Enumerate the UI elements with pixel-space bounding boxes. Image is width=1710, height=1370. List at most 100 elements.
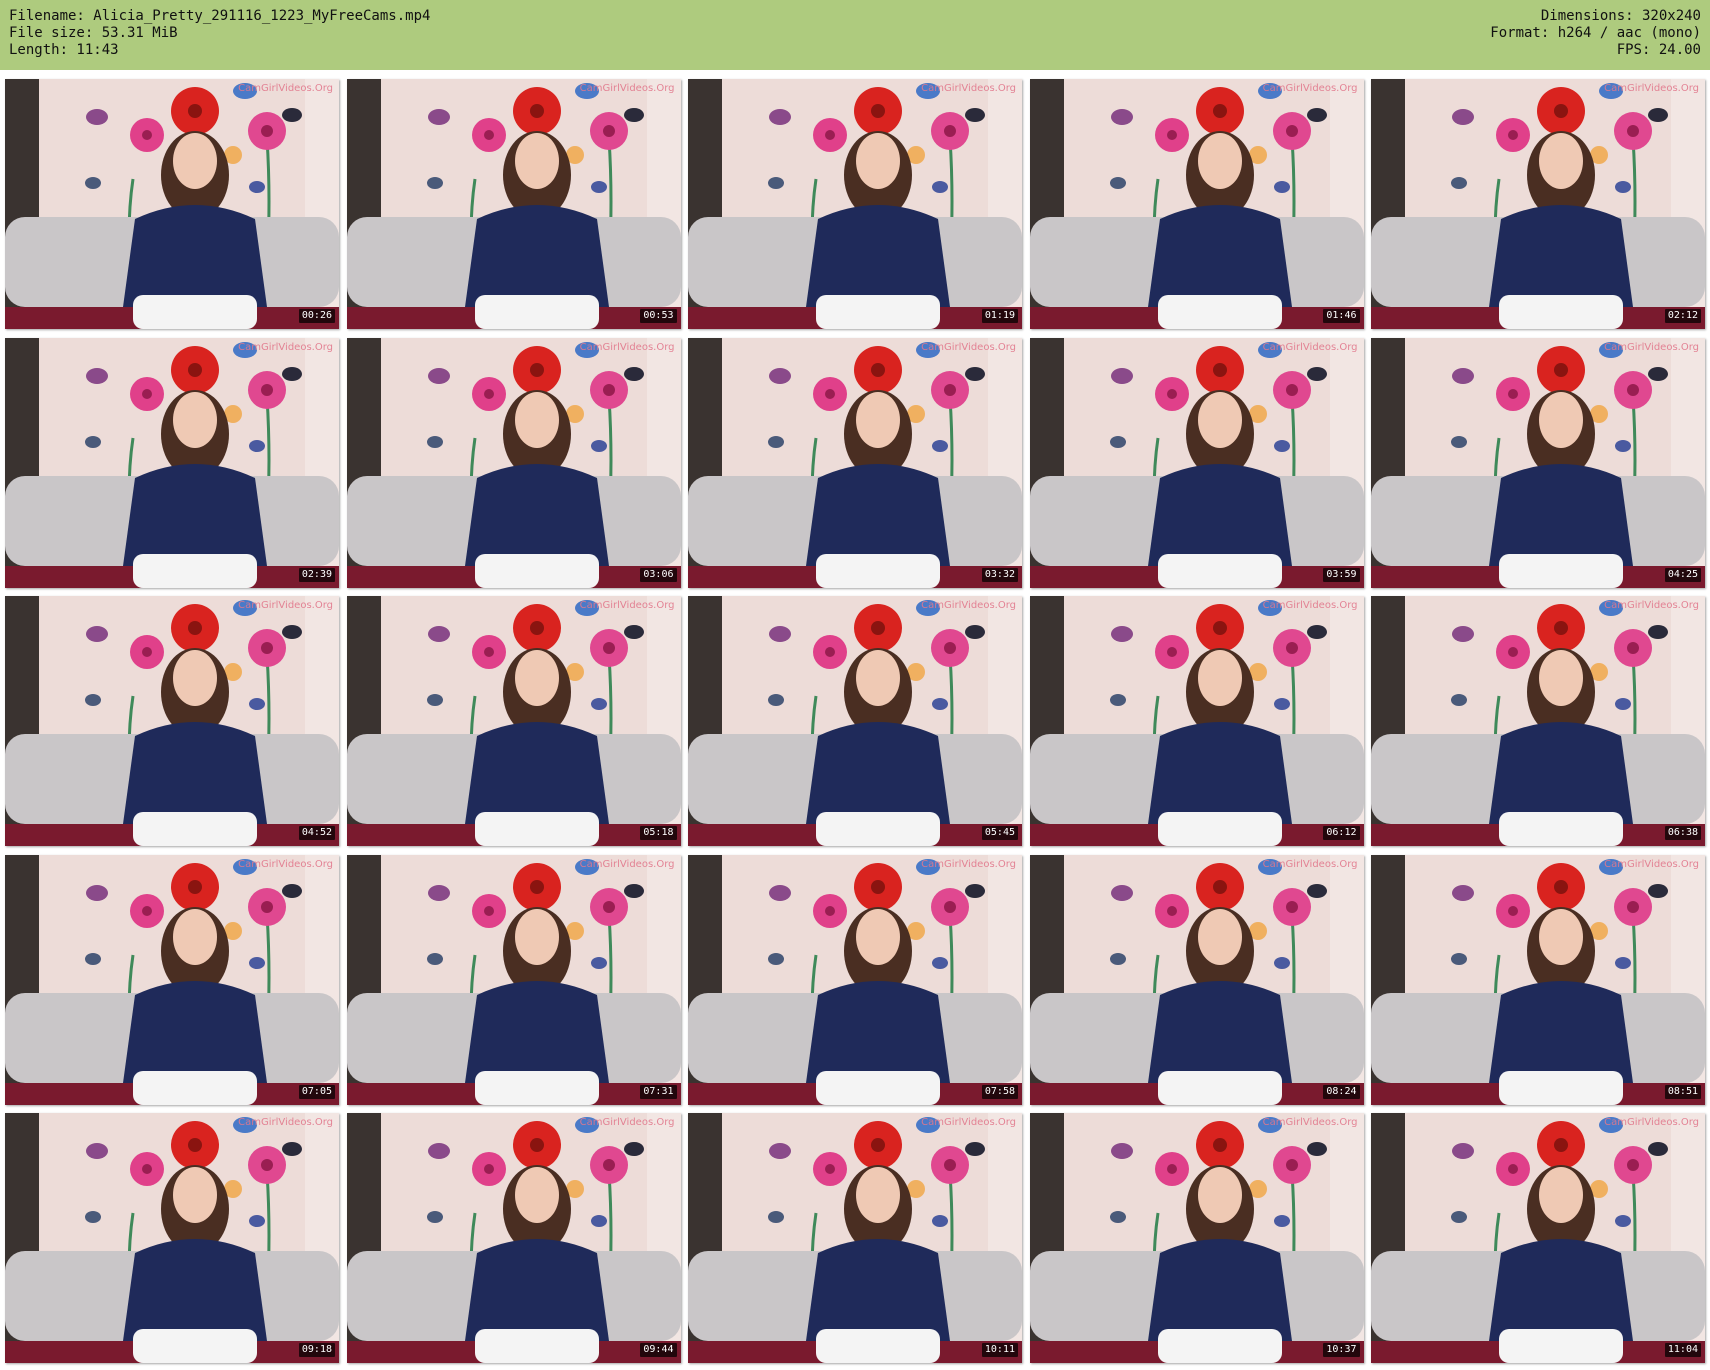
video-thumbnail-17[interactable]: CamGirlVideos.Org 07:31	[346, 854, 681, 1105]
timestamp-badge: 06:12	[1323, 826, 1360, 840]
video-thumbnail-22[interactable]: CamGirlVideos.Org 09:44	[346, 1113, 681, 1363]
format-text: Format: h264 / aac (mono)	[1490, 25, 1701, 41]
video-thumbnail-3[interactable]: CamGirlVideos.Org 01:19	[688, 79, 1022, 329]
timestamp-badge: 07:58	[981, 1084, 1018, 1099]
timestamp-badge: 01:46	[1323, 309, 1360, 323]
timestamp-badge: 05:45	[981, 826, 1018, 840]
frame-image	[1371, 79, 1705, 329]
watermark-text: CamGirlVideos.Org	[921, 341, 1016, 353]
frame-image	[5, 337, 339, 588]
video-thumbnail-1[interactable]: CamGirlVideos.Org 00:26	[5, 79, 339, 329]
watermark-text: CamGirlVideos.Org	[921, 83, 1016, 94]
info-header: Filename: Alicia_Pretty_291116_1223_MyFr…	[0, 0, 1710, 70]
timestamp-badge: 03:06	[640, 567, 677, 582]
watermark-text: CamGirlVideos.Org	[921, 600, 1016, 611]
watermark-text: CamGirlVideos.Org	[238, 858, 333, 870]
video-thumbnail-8[interactable]: CamGirlVideos.Org 03:32	[688, 337, 1022, 588]
watermark-text: CamGirlVideos.Org	[238, 83, 333, 94]
timestamp-badge: 04:52	[298, 826, 335, 840]
watermark-text: CamGirlVideos.Org	[1604, 83, 1699, 94]
frame-image	[346, 854, 681, 1105]
video-thumbnail-10[interactable]: CamGirlVideos.Org 04:25	[1371, 337, 1705, 588]
video-thumbnail-5[interactable]: CamGirlVideos.Org 02:12	[1371, 79, 1705, 329]
video-thumbnail-16[interactable]: CamGirlVideos.Org 07:05	[5, 854, 339, 1105]
video-thumbnail-12[interactable]: CamGirlVideos.Org 05:18	[346, 596, 681, 846]
frame-image	[5, 854, 339, 1105]
watermark-text: CamGirlVideos.Org	[1604, 341, 1699, 353]
watermark-text: CamGirlVideos.Org	[579, 83, 675, 94]
video-thumbnail-19[interactable]: CamGirlVideos.Org 08:24	[1029, 854, 1364, 1105]
frame-image	[688, 854, 1022, 1105]
timestamp-badge: 02:12	[1664, 309, 1701, 323]
timestamp-badge: 10:11	[981, 1343, 1018, 1357]
video-thumbnail-7[interactable]: CamGirlVideos.Org 03:06	[346, 337, 681, 588]
timestamp-badge: 09:18	[298, 1343, 335, 1357]
watermark-text: CamGirlVideos.Org	[1262, 600, 1358, 611]
video-thumbnail-18[interactable]: CamGirlVideos.Org 07:58	[688, 854, 1022, 1105]
frame-image	[688, 596, 1022, 846]
timestamp-badge: 06:38	[1664, 826, 1701, 840]
watermark-text: CamGirlVideos.Org	[579, 1117, 675, 1128]
watermark-text: CamGirlVideos.Org	[238, 341, 333, 353]
watermark-text: CamGirlVideos.Org	[1604, 858, 1699, 870]
timestamp-badge: 10:37	[1323, 1343, 1360, 1357]
video-thumbnail-11[interactable]: CamGirlVideos.Org 04:52	[5, 596, 339, 846]
video-thumbnail-9[interactable]: CamGirlVideos.Org 03:59	[1029, 337, 1364, 588]
filename-text: Filename: Alicia_Pretty_291116_1223_MyFr…	[9, 8, 431, 24]
frame-image	[1029, 596, 1364, 846]
file-info: Filename: Alicia_Pretty_291116_1223_MyFr…	[9, 8, 430, 59]
timestamp-badge: 08:51	[1664, 1084, 1701, 1099]
watermark-text: CamGirlVideos.Org	[238, 600, 333, 611]
frame-image	[688, 1113, 1022, 1363]
timestamp-badge: 00:26	[298, 309, 335, 323]
frame-image	[5, 1113, 339, 1363]
timestamp-badge: 02:39	[298, 567, 335, 582]
frame-image	[346, 337, 681, 588]
timestamp-badge: 01:19	[981, 309, 1018, 323]
video-thumbnail-13[interactable]: CamGirlVideos.Org 05:45	[688, 596, 1022, 846]
frame-image	[1371, 337, 1705, 588]
frame-image	[1371, 1113, 1705, 1363]
length-text: Length: 11:43	[9, 42, 119, 58]
watermark-text: CamGirlVideos.Org	[1262, 1117, 1358, 1128]
video-thumbnail-23[interactable]: CamGirlVideos.Org 10:11	[688, 1113, 1022, 1363]
watermark-text: CamGirlVideos.Org	[921, 1117, 1016, 1128]
thumbnail-grid: CamGirlVideos.Org 00:26 CamGirlVideos.Or…	[5, 79, 1705, 1365]
frame-image	[5, 596, 339, 846]
video-thumbnail-2[interactable]: CamGirlVideos.Org 00:53	[346, 79, 681, 329]
video-thumbnail-14[interactable]: CamGirlVideos.Org 06:12	[1029, 596, 1364, 846]
video-thumbnail-6[interactable]: CamGirlVideos.Org 02:39	[5, 337, 339, 588]
stream-info: Dimensions: 320x240 Format: h264 / aac (…	[1490, 8, 1701, 59]
video-thumbnail-15[interactable]: CamGirlVideos.Org 06:38	[1371, 596, 1705, 846]
frame-image	[1029, 854, 1364, 1105]
watermark-text: CamGirlVideos.Org	[238, 1117, 333, 1128]
frame-image	[1371, 854, 1705, 1105]
watermark-text: CamGirlVideos.Org	[579, 341, 675, 353]
timestamp-badge: 03:59	[1323, 567, 1360, 582]
timestamp-badge: 09:44	[640, 1343, 677, 1357]
timestamp-badge: 03:32	[981, 567, 1018, 582]
timestamp-badge: 07:05	[298, 1084, 335, 1099]
watermark-text: CamGirlVideos.Org	[1262, 858, 1358, 870]
filesize-text: File size: 53.31 MiB	[9, 25, 178, 41]
timestamp-badge: 11:04	[1664, 1343, 1701, 1357]
frame-image	[1029, 1113, 1364, 1363]
frame-image	[1029, 79, 1364, 329]
timestamp-badge: 00:53	[640, 309, 677, 323]
video-thumbnail-4[interactable]: CamGirlVideos.Org 01:46	[1029, 79, 1364, 329]
frame-image	[346, 1113, 681, 1363]
video-thumbnail-20[interactable]: CamGirlVideos.Org 08:51	[1371, 854, 1705, 1105]
timestamp-badge: 08:24	[1323, 1084, 1360, 1099]
watermark-text: CamGirlVideos.Org	[579, 600, 675, 611]
watermark-text: CamGirlVideos.Org	[579, 858, 675, 870]
video-thumbnail-25[interactable]: CamGirlVideos.Org 11:04	[1371, 1113, 1705, 1363]
watermark-text: CamGirlVideos.Org	[1604, 1117, 1699, 1128]
watermark-text: CamGirlVideos.Org	[921, 858, 1016, 870]
dimensions-text: Dimensions: 320x240	[1540, 8, 1701, 24]
watermark-text: CamGirlVideos.Org	[1262, 341, 1358, 353]
fps-text: FPS: 24.00	[1616, 42, 1701, 58]
watermark-text: CamGirlVideos.Org	[1262, 83, 1358, 94]
video-thumbnail-24[interactable]: CamGirlVideos.Org 10:37	[1029, 1113, 1364, 1363]
timestamp-badge: 04:25	[1664, 567, 1701, 582]
video-thumbnail-21[interactable]: CamGirlVideos.Org 09:18	[5, 1113, 339, 1363]
